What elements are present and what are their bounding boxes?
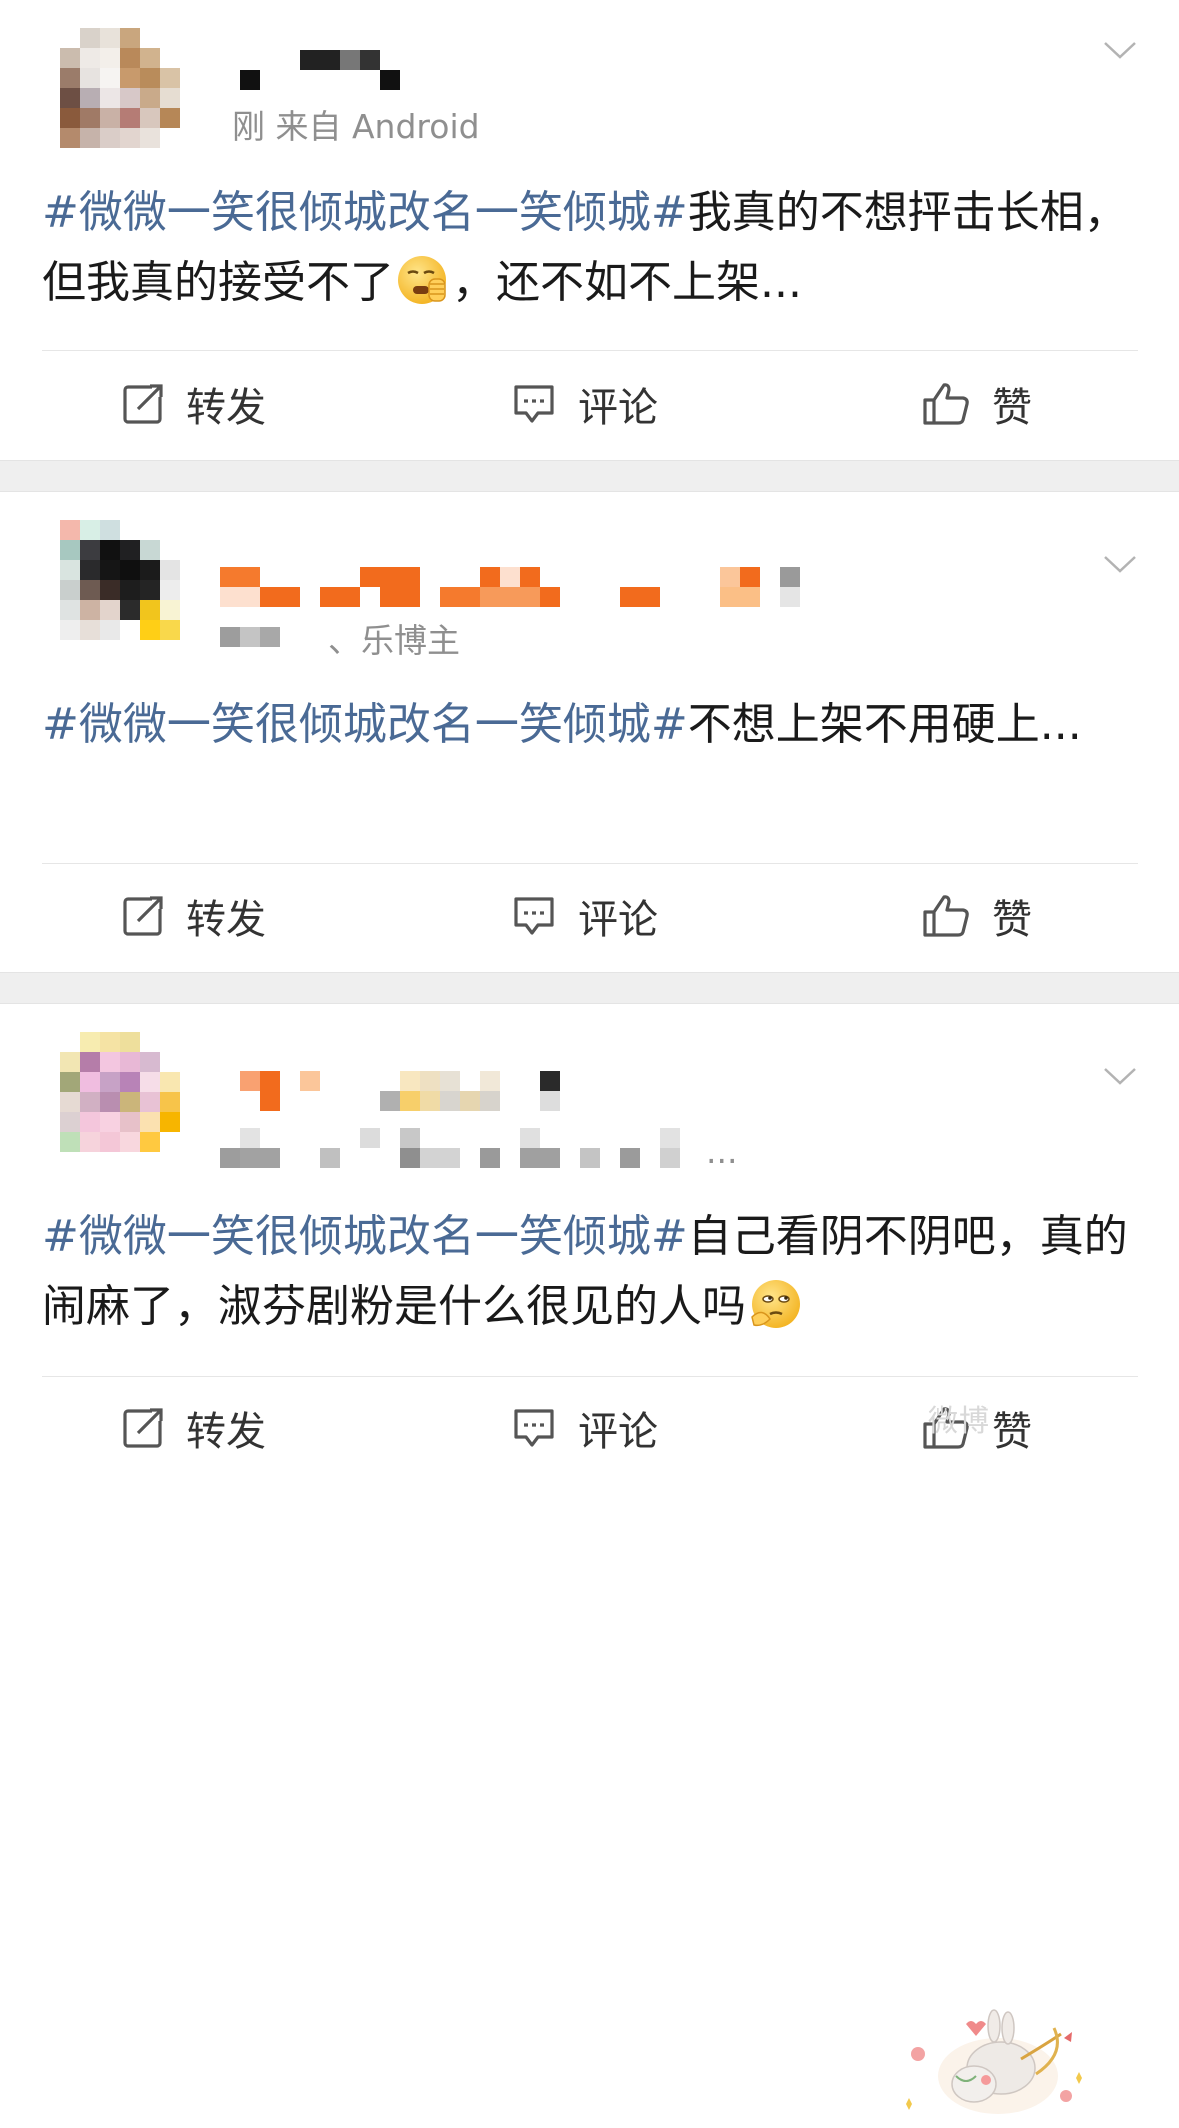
divider — [42, 1376, 1138, 1377]
username-redacted[interactable] — [240, 45, 410, 90]
post-text: #微微一笑很倾城改名一笑倾城#我真的不想抨击长相，但我真的接受不了 ，还不如不上… — [42, 178, 1142, 318]
cupid-bunny-sticker-icon — [906, 2009, 1082, 2114]
chevron-down-icon[interactable] — [1103, 1066, 1137, 1086]
yawn-face-emoji-icon — [398, 256, 446, 304]
post-separator — [0, 972, 1179, 1004]
post-text: #微微一笑很倾城改名一笑倾城#自己看阴不阴吧，真的闹麻了，淑芬剧粉是什么很见的人… — [42, 1202, 1142, 1342]
like-button[interactable]: 赞 — [922, 886, 1032, 946]
divider — [42, 350, 1138, 351]
divider — [42, 863, 1138, 864]
post-meta: ... — [706, 1132, 738, 1171]
repost-label: 转发 — [186, 385, 266, 431]
repost-button[interactable]: 转发 — [122, 374, 266, 434]
comment-label: 评论 — [578, 897, 658, 943]
user-verify-redacted — [220, 622, 280, 652]
like-label: 赞 — [992, 897, 1032, 943]
repost-label: 转发 — [186, 1409, 266, 1455]
comment-button[interactable]: 评论 — [512, 886, 658, 946]
topic-link[interactable]: #微微一笑很倾城改名一笑倾城# — [42, 699, 688, 750]
comment-label: 评论 — [578, 1409, 658, 1455]
comment-label: 评论 — [578, 385, 658, 431]
username-redacted[interactable] — [220, 567, 820, 612]
repost-icon — [123, 896, 163, 936]
like-label: 赞 — [992, 1409, 1032, 1455]
avatar[interactable] — [60, 1032, 180, 1152]
comment-icon — [514, 1409, 554, 1447]
post-card-3: ... #微微一笑很倾城改名一笑倾城#自己看阴不阴吧，真的闹麻了，淑芬剧粉是什么… — [0, 1004, 1179, 2114]
post-separator — [0, 460, 1179, 492]
avatar[interactable] — [60, 520, 180, 640]
post-text-part: 不想上架不用硬上... — [687, 699, 1082, 750]
comment-button[interactable]: 评论 — [512, 1398, 658, 1458]
post-card-2: 、乐博主 #微微一笑很倾城改名一笑倾城#不想上架不用硬上... 转发 评论 赞 — [0, 492, 1179, 972]
comment-button[interactable]: 评论 — [512, 374, 658, 434]
post-text: #微微一笑很倾城改名一笑倾城#不想上架不用硬上... — [42, 690, 1142, 760]
comment-icon — [514, 897, 554, 935]
post-meta: 刚 来自 Android — [232, 107, 480, 146]
avatar[interactable] — [60, 28, 180, 148]
post-text-part: ，还不如不上架... — [452, 257, 802, 308]
repost-icon — [123, 1408, 163, 1448]
repost-button[interactable]: 转发 — [122, 886, 266, 946]
post-meta: 、乐博主 — [328, 621, 460, 660]
repost-label: 转发 — [186, 897, 266, 943]
thumbs-up-icon — [923, 895, 969, 937]
thinking-skeptical-emoji-icon — [751, 1280, 800, 1328]
like-button[interactable]: 赞 — [922, 374, 1032, 434]
chevron-down-icon[interactable] — [1103, 554, 1137, 574]
comment-icon — [514, 385, 554, 423]
repost-button[interactable]: 转发 — [122, 1398, 266, 1458]
repost-icon — [123, 384, 163, 424]
username-redacted[interactable] — [220, 1066, 580, 1111]
watermark: 微博 — [928, 1404, 990, 1439]
like-label: 赞 — [992, 385, 1032, 431]
topic-link[interactable]: #微微一笑很倾城改名一笑倾城# — [42, 1211, 688, 1262]
chevron-down-icon[interactable] — [1103, 40, 1137, 60]
thumbs-up-icon — [923, 383, 969, 425]
topic-link[interactable]: #微微一笑很倾城改名一笑倾城# — [42, 187, 688, 238]
user-verify-redacted — [220, 1128, 720, 1173]
post-card-1: 刚 来自 Android #微微一笑很倾城改名一笑倾城#我真的不想抨击长相，但我… — [0, 0, 1179, 460]
